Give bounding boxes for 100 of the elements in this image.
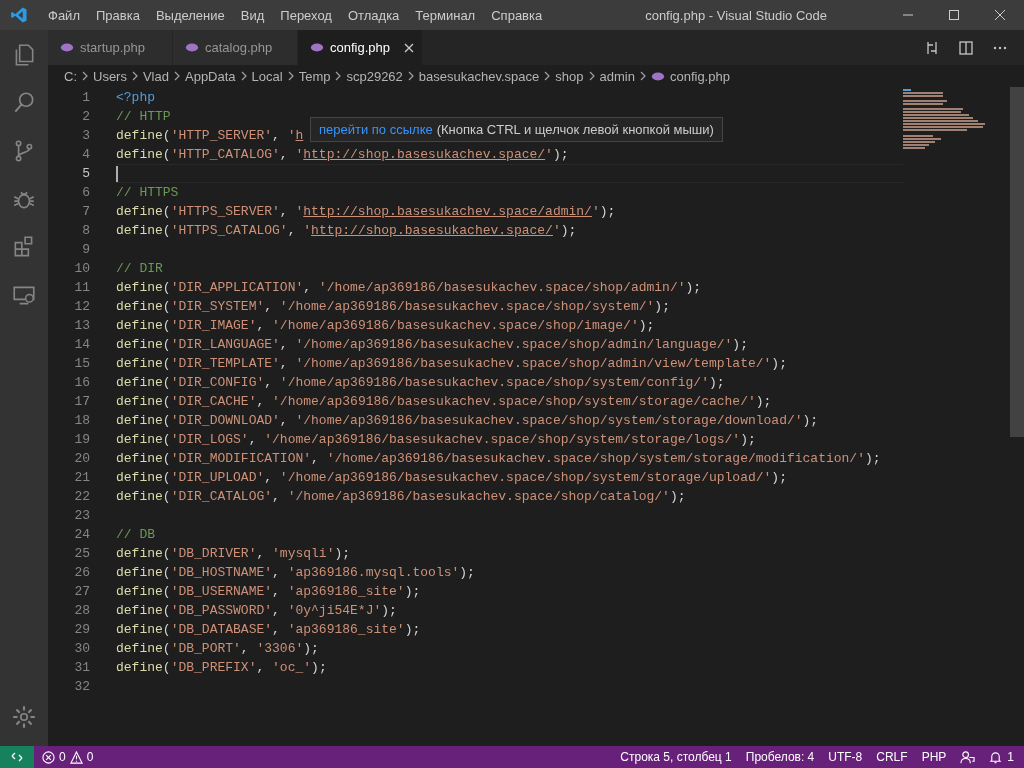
menu-item[interactable]: Справка [483,7,551,23]
status-item[interactable]: Пробелов: 4 [745,750,815,764]
line-number: 22 [73,488,90,506]
code-line: // DIR [116,261,163,276]
line-number: 31 [73,659,90,677]
menu-item[interactable]: Файл [40,7,88,23]
line-number: 5 [81,165,90,183]
code-line: define('HTTP_CATALOG', 'http://shop.basesukachev.space/'); [116,147,569,162]
breadcrumb-item[interactable]: Local [251,68,283,84]
editor-tab[interactable]: config.php [298,30,423,65]
line-number: 4 [81,146,90,164]
code-line: // DB [116,527,155,542]
line-number: 7 [81,203,90,221]
line-number: 21 [73,469,90,487]
code-line: define('DIR_LANGUAGE', '/home/ap369186/basesukachev.space/shop/admin/language/'); [116,337,748,352]
chevron-icon [131,71,138,81]
menu-item[interactable]: Терминал [407,7,484,23]
code-line: define('DIR_UPLOAD', '/home/ap369186/basesukachev.space/shop/system/storage/upload/'); [116,470,787,485]
status-item[interactable]: Строка 5, столбец 1 [620,750,732,764]
breadcrumb-item[interactable]: AppData [185,68,236,84]
code-line: define('DB_PASSWORD', '0y^ji54E*J'); [116,603,397,618]
code-line: define('DIR_LOGS', '/home/ap369186/basesukachev.space/shop/system/storage/logs/'); [116,432,756,447]
error-count[interactable]: 0 [59,750,66,764]
line-number: 28 [73,602,90,620]
chevron-icon [287,71,294,81]
menu-item[interactable]: Вид [232,7,273,23]
code-line: define('DB_PREFIX', 'oc_'); [116,660,327,675]
breadcrumb-item[interactable]: config.php [669,68,730,84]
code-line: define('DIR_CATALOG', '/home/ap369186/basesukachev.space/shop/catalog/'); [116,489,686,504]
breadcrumb-item[interactable]: basesukachev.space [418,68,540,84]
tooltip-text: (Кнопка CTRL и щелчок левой кнопкой мыши) [436,122,714,137]
chevron-icon [335,71,342,81]
code-line: define('DIR_APPLICATION', '/home/ap369186/basesukachev.space/shop/admin/'); [116,280,702,295]
error-icon[interactable] [42,750,55,764]
code-line: define('DIR_IMAGE', '/home/ap369186/basesukachev.space/shop/image/'); [116,318,655,333]
warning-icon[interactable] [69,750,83,764]
chevron-icon [82,71,88,81]
close-icon[interactable] [404,42,414,53]
line-number: 14 [73,336,90,354]
status-item[interactable]: PHP [921,750,947,764]
breadcrumb-item[interactable]: Temp [298,68,331,84]
line-number: 20 [73,450,90,468]
chevron-icon [588,71,595,81]
code-line: // HTTP [116,109,171,124]
line-number: 30 [73,640,90,658]
line-number: 29 [73,621,90,639]
remote-icon [11,751,23,763]
breadcrumb-item[interactable]: Vlad [142,68,169,84]
chevron-icon [639,71,646,81]
close-icon[interactable] [994,9,1006,21]
code-line: define('DB_DATABASE', 'ap369186_site'); [116,622,421,637]
compare-icon[interactable] [924,39,940,56]
line-number: 18 [73,412,90,430]
line-number: 1 [81,89,90,107]
code-line: define('DB_DRIVER', 'mysqli'); [116,546,351,561]
split-editor-icon[interactable] [958,39,974,56]
chevron-icon [240,71,247,81]
status-item[interactable]: UTF-8 [828,750,863,764]
line-number: 9 [81,241,90,259]
code-line: define('DIR_DOWNLOAD', '/home/ap369186/basesukachev.space/shop/system/storage/download/'); [116,413,819,428]
line-number: 13 [73,317,90,335]
menu-item[interactable]: Переход [272,7,340,23]
line-number: 15 [73,355,90,373]
line-number: 26 [73,564,90,582]
line-number: 8 [81,222,90,240]
follow-link[interactable]: перейти по ссылке [319,122,433,137]
code-line: define('DIR_MODIFICATION', '/home/ap369186/basesukachev.space/shop/system/storage/modification/'); [116,451,881,466]
line-number: 23 [73,507,90,525]
breadcrumb-item[interactable]: C: [64,68,77,84]
breadcrumb-item[interactable]: admin [599,68,635,84]
scrollbar[interactable] [1010,87,1024,437]
code-line: define('HTTPS_CATALOG', 'http://shop.basesukachev.space/'); [116,223,577,238]
breadcrumb-item[interactable]: shop [555,68,584,84]
code-line: define('HTTPS_SERVER', 'http://shop.basesukachev.space/admin/'); [116,204,616,219]
editor-tab[interactable]: startup.php [48,30,173,65]
bell-icon[interactable] [989,750,1003,764]
code-line: // HTTPS [116,185,179,200]
editor-tab[interactable]: catalog.php [173,30,298,65]
menu-item[interactable]: Отладка [339,7,408,23]
code-line: <?php [116,90,155,105]
menu-item[interactable]: Выделение [147,7,233,23]
chevron-icon [544,71,551,81]
line-number: 27 [73,583,90,601]
breadcrumb-item[interactable]: Users [93,68,127,84]
feedback-icon[interactable] [960,749,976,765]
line-number: 19 [73,431,90,449]
maximize-icon[interactable] [948,9,960,21]
menu-item[interactable]: Правка [87,7,148,23]
notification-count[interactable]: 1 [1007,750,1014,764]
line-number: 16 [73,374,90,392]
code-line: define('DIR_TEMPLATE', '/home/ap369186/basesukachev.space/shop/admin/view/template/'); [116,356,787,371]
line-number: 3 [81,127,90,145]
settings-icon[interactable] [11,704,37,730]
breadcrumb-item[interactable]: scp29262 [346,68,403,84]
status-item[interactable]: CRLF [876,750,908,764]
code-line: define('DB_PORT', '3306'); [116,641,319,656]
warning-count[interactable]: 0 [86,750,94,764]
code-line: define('HTTP_SERVER', 'h [116,128,304,143]
line-number: 32 [73,678,90,696]
code-line: define('DIR_SYSTEM', '/home/ap369186/basesukachev.space/shop/system/'); [116,299,670,314]
